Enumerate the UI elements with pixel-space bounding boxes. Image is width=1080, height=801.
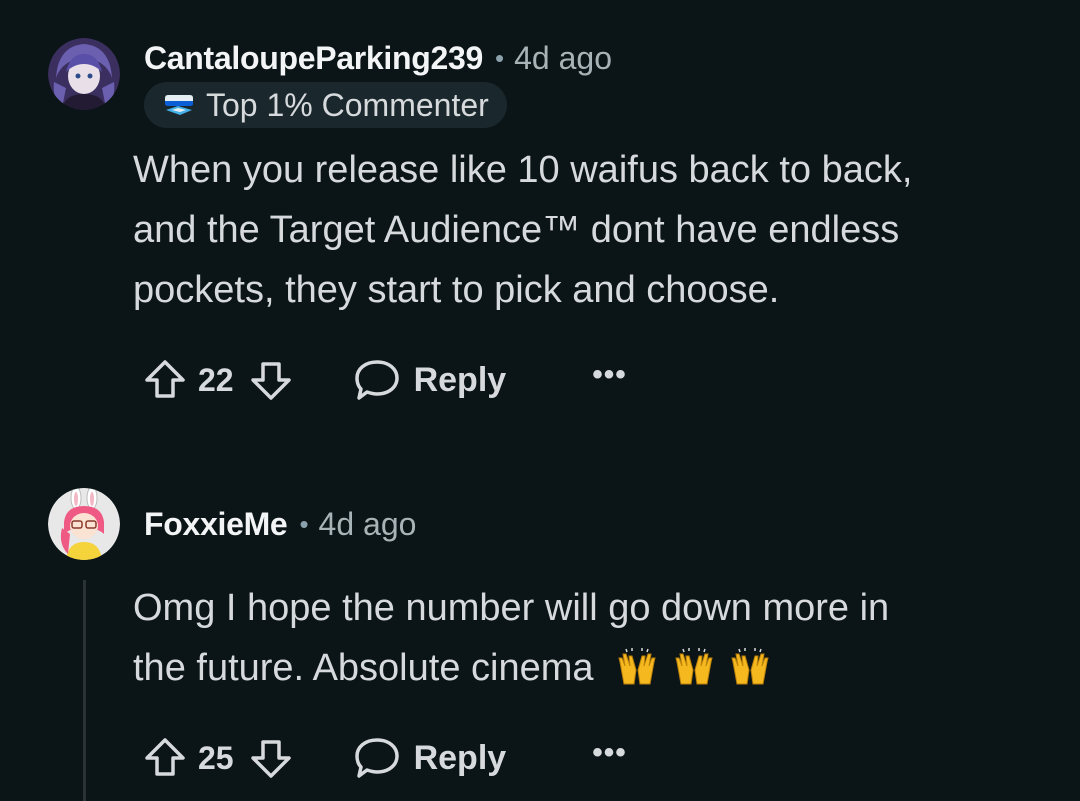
comment-line: the future. Absolute cinema xyxy=(133,647,594,689)
avatar-image xyxy=(48,38,120,110)
avatar-image xyxy=(48,488,120,560)
user-flair-badge: Top 1% Commenter xyxy=(144,82,507,128)
comment-body: Omg I hope the number will go down more … xyxy=(133,578,1033,698)
separator-dot: • xyxy=(495,42,505,73)
comment-header: FoxxieMe • 4d ago xyxy=(144,502,416,546)
avatar[interactable] xyxy=(48,488,120,560)
avatar[interactable] xyxy=(48,38,120,110)
badge-label: Top 1% Commenter xyxy=(206,86,489,123)
comment-header: CantaloupeParking239 • 4d ago xyxy=(144,36,612,80)
downvote-button[interactable] xyxy=(246,733,296,783)
separator-dot: • xyxy=(299,508,309,539)
downvote-arrow-icon xyxy=(250,362,291,400)
speech-bubble-icon xyxy=(354,738,399,778)
upvote-arrow-icon xyxy=(145,360,185,398)
comment-line: Omg I hope the number will go down more … xyxy=(133,587,890,629)
upvote-button[interactable] xyxy=(140,355,190,405)
reply-button[interactable]: Reply xyxy=(354,736,507,780)
vote-score: 25 xyxy=(198,739,234,776)
downvote-arrow-icon xyxy=(250,740,291,778)
reply-label: Reply xyxy=(413,738,507,777)
more-options-button[interactable]: ••• xyxy=(592,738,627,773)
speech-bubble-icon xyxy=(354,360,399,400)
timestamp: 4d ago xyxy=(318,505,417,542)
reply-button[interactable]: Reply xyxy=(354,358,507,402)
username[interactable]: CantaloupeParking239 xyxy=(144,40,483,77)
comment-body: When you release like 10 waifus back to … xyxy=(133,140,1033,320)
timestamp: 4d ago xyxy=(514,39,612,76)
reply-label: Reply xyxy=(413,360,507,399)
thread-line[interactable] xyxy=(83,580,86,801)
comment-line: and the Target Audience™ dont have endle… xyxy=(133,209,900,251)
raising-hands-emoji xyxy=(727,646,773,686)
comment-line-with-emoji: the future. Absolute cinema xyxy=(133,638,1033,698)
raising-hands-emoji xyxy=(614,646,660,686)
comment-line: When you release like 10 waifus back to … xyxy=(133,149,913,191)
username[interactable]: FoxxieMe xyxy=(144,506,288,543)
raising-hands-emoji xyxy=(671,646,717,686)
upvote-arrow-icon xyxy=(145,738,185,776)
comment-line: pockets, they start to pick and choose. xyxy=(133,269,780,311)
comment-actions: 25 Reply ••• xyxy=(140,728,627,788)
more-options-button[interactable]: ••• xyxy=(592,360,627,395)
comment-actions: 22 Reply ••• xyxy=(140,350,627,410)
vote-score: 22 xyxy=(198,361,234,398)
downvote-button[interactable] xyxy=(246,355,296,405)
upvote-button[interactable] xyxy=(140,733,190,783)
top-commenter-icon xyxy=(162,92,196,118)
emoji-group xyxy=(614,647,773,689)
